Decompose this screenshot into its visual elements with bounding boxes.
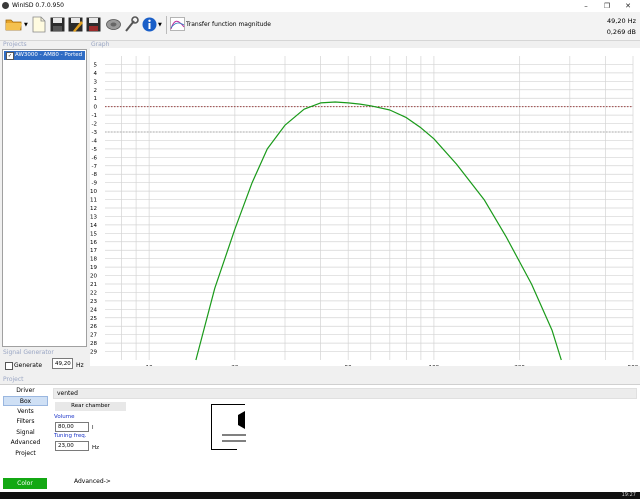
color-button[interactable]: Color [3,478,47,489]
app-icon [2,2,9,9]
x-tick-label: 10 [146,365,153,366]
y-tick-label: 1 [94,96,98,102]
window-title: WinISD 0.7.0.950 [12,2,65,9]
generate-label: Generate [14,362,43,369]
project-name: AW3000 - AM80 - Ported [15,52,83,58]
y-tick-label: 5 [94,62,98,68]
y-tick-label: -26 [90,324,97,330]
signal-generator-label: Signal Generator [3,349,54,356]
tuning-label: Tuning freq. [54,433,87,439]
save-icon[interactable] [50,17,66,35]
y-tick-label: -3 [92,130,98,136]
box-type-selector[interactable]: vented [53,388,637,399]
nav-advanced[interactable]: Advanced [3,438,48,448]
y-tick-label: -6 [92,155,98,161]
generator-frequency-input[interactable]: 49,20 [52,358,73,369]
taskbar [0,492,640,499]
x-tick-label: 20 [231,365,238,366]
y-tick-label: -16 [90,240,97,246]
nav-box[interactable]: Box [3,396,48,406]
dropdown-arrow-icon[interactable]: ▼ [158,22,162,28]
generate-checkbox[interactable] [5,362,13,370]
nav-vents[interactable]: Vents [3,407,48,417]
y-tick-label: -11 [90,198,97,204]
info-icon[interactable] [142,17,158,35]
graph-icon[interactable] [170,17,186,35]
tuning-unit: Hz [92,445,100,451]
generator-frequency-unit: Hz [76,362,84,369]
y-tick-label: -9 [92,181,98,187]
transfer-function-chart: 543210-1-2-3-4-5-6-7-8-9-10-11-12-13-14-… [88,56,639,371]
y-tick-label: -23 [90,299,97,305]
new-project-icon[interactable] [32,16,48,34]
y-tick-label: 3 [94,79,98,85]
dropdown-arrow-icon[interactable]: ▼ [24,22,28,28]
y-tick-label: 4 [94,71,98,77]
speaker-box-icon [222,405,246,451]
y-tick-label: -21 [90,282,97,288]
y-tick-label: 2 [94,88,98,94]
projects-list: ✓ AW3000 - AM80 - Ported [2,49,87,347]
level-readout: 0,269 dB [606,28,636,36]
y-tick-label: -2 [92,122,97,128]
y-tick-label: -1 [92,113,97,119]
y-tick-label: -28 [90,341,97,347]
y-tick-label: -5 [92,147,98,153]
y-tick-label: -24 [90,307,97,313]
nav-project[interactable]: Project [3,449,48,459]
y-tick-label: -27 [90,333,97,339]
y-tick-label: -8 [92,172,98,178]
y-tick-label: -15 [90,231,97,237]
y-tick-label: -22 [90,290,97,296]
volume-input[interactable]: 80,00 [55,422,89,432]
y-tick-label: -10 [90,189,97,195]
y-tick-label: -29 [90,350,97,356]
projects-label: Projects [3,41,27,48]
y-tick-label: -20 [90,274,97,280]
title-bar [0,0,640,12]
volume-unit: l [92,425,94,431]
advanced-link[interactable]: Advanced-> [74,478,111,485]
y-tick-label: 0 [94,105,98,111]
tray-clock: 19:27 [621,492,636,498]
close-button[interactable]: ✕ [618,0,638,12]
x-tick-label: 500 [628,365,639,366]
maximize-button[interactable]: ❐ [597,0,617,12]
toolbar-separator [166,16,167,34]
nav-signal[interactable]: Signal [3,428,48,438]
x-tick-label: 100 [429,365,440,366]
volume-label: Volume [54,414,75,420]
tuning-input[interactable]: 23,00 [55,441,89,451]
y-tick-label: -12 [90,206,97,212]
graph-label: Graph [91,41,110,48]
nav-driver[interactable]: Driver [3,386,48,396]
project-panel [0,384,640,493]
project-item[interactable]: ✓ AW3000 - AM80 - Ported [4,51,85,60]
y-tick-label: -18 [90,257,97,263]
y-tick-label: -7 [92,164,98,170]
project-label: Project [3,376,24,383]
y-tick-label: -25 [90,316,97,322]
save-as-icon[interactable] [68,17,84,35]
x-tick-label: 50 [345,365,352,366]
x-tick-label: 200 [514,365,525,366]
nav-filters[interactable]: Filters [3,417,48,427]
frequency-readout: 49,20 Hz [607,17,636,25]
y-tick-label: -17 [90,248,97,254]
open-folder-icon[interactable] [5,16,23,34]
y-tick-label: -13 [90,214,97,220]
graph-area: 543210-1-2-3-4-5-6-7-8-9-10-11-12-13-14-… [88,48,640,371]
project-checkbox[interactable]: ✓ [6,52,14,60]
tools-icon[interactable] [124,16,140,34]
y-tick-label: -14 [90,223,97,229]
rear-chamber-tab[interactable]: Rear chamber [55,402,126,411]
box-diagram [211,404,246,451]
minimize-button[interactable]: – [576,0,596,12]
y-tick-label: -4 [92,138,98,144]
y-tick-label: -19 [90,265,97,271]
save-all-icon[interactable] [86,17,102,35]
driver-editor-icon[interactable] [106,17,122,35]
view-label: Transfer function magnitude [186,21,271,28]
